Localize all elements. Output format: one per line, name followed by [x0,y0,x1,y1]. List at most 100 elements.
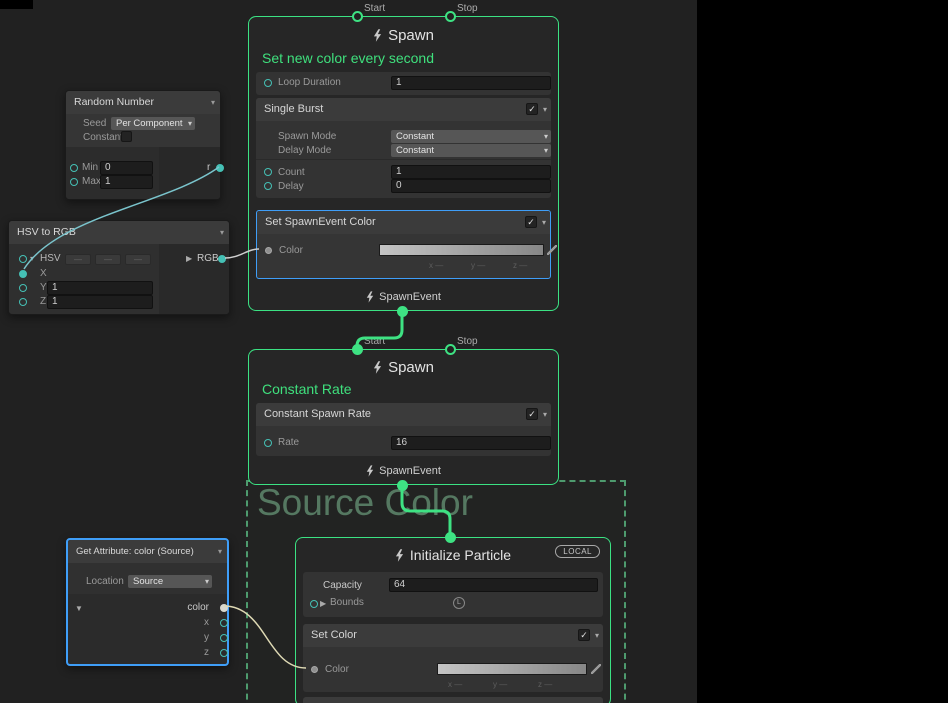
count-label: Count [278,167,305,178]
node-hsv-to-rgb[interactable]: HSV to RGB ▾ ▾ HSV — — — X Y 1 Z 1 ▶ RGB [8,220,230,315]
z-field[interactable]: 1 [47,295,153,309]
gradient-picker-icon[interactable] [547,245,557,255]
collapse-chevron-icon[interactable]: ▾ [543,105,547,114]
block-header[interactable]: Set SpawnEvent Color [257,211,550,234]
z-output-port[interactable] [220,649,228,657]
context-initialize-particle[interactable]: Initialize Particle LOCAL Capacity 64 ▶ … [295,537,611,703]
start-flow-port[interactable] [352,344,363,355]
collapse-chevron-icon[interactable]: ▾ [542,218,546,227]
block-settings[interactable]: Capacity 64 ▶ Bounds L [303,572,603,617]
min-port[interactable] [70,164,78,172]
hsv-port[interactable] [19,255,27,263]
seed-value: Per Component [116,118,183,129]
location-dropdown[interactable]: Source ▾ [128,575,212,588]
z-label: Z [40,296,46,307]
color-z-subfield: z — [513,261,527,270]
collapse-chevron-icon[interactable]: ▾ [543,410,547,419]
chevron-down-icon[interactable]: ▾ [220,221,224,244]
foldout-chevron-icon[interactable]: ▾ [30,254,34,263]
color-z-subfield: z — [538,680,552,689]
context-spawn-1[interactable]: Start Stop Spawn Set new color every sec… [248,16,559,311]
enabled-checkbox[interactable]: ✓ [578,629,590,641]
color-x-subfield: x — [429,261,443,270]
rate-field[interactable]: 16 [391,436,551,450]
output-strip [159,147,220,199]
max-port[interactable] [70,178,78,186]
spawnevent-flow-port[interactable] [397,306,408,317]
stop-flow-port[interactable] [445,344,456,355]
context-title-row: Spawn [249,23,558,47]
collapse-chevron-icon[interactable]: ▾ [595,631,599,640]
input-flow-port[interactable] [445,532,456,543]
enabled-checkbox[interactable]: ✓ [526,408,538,420]
node-random-number[interactable]: Random Number ▾ Seed Per Component ▾ Con… [65,90,221,200]
stop-flow-port[interactable] [445,11,456,22]
color-gradient-field[interactable] [379,244,544,256]
node-header[interactable]: Random Number ▾ [66,91,220,114]
color-gradient-field[interactable] [437,663,587,675]
enabled-checkbox[interactable]: ✓ [525,216,537,228]
y-field[interactable]: 1 [47,281,153,295]
count-port[interactable] [264,168,272,176]
block-set-spawnevent-color[interactable]: Set SpawnEvent Color ✓ ▾ Color x — y — z… [256,210,551,279]
loop-duration-port[interactable] [264,79,272,87]
x-output-port[interactable] [220,619,228,627]
constant-checkbox[interactable] [121,131,132,142]
group-title[interactable]: Source Color [257,482,473,524]
color-port[interactable] [311,666,318,673]
max-field[interactable]: 1 [100,175,153,189]
color-port[interactable] [265,247,272,254]
rate-port[interactable] [264,439,272,447]
context-spawn-2[interactable]: Start Stop Spawn Constant Rate Constant … [248,349,559,485]
color-output-label: color [187,602,209,613]
color-output-port[interactable] [220,604,228,612]
bounds-port[interactable] [310,600,318,608]
r-output-port[interactable] [216,164,224,172]
spawnevent-flow-port[interactable] [397,480,408,491]
outputs-area: ▼ color x y z [68,594,227,664]
chevron-down-icon[interactable]: ▾ [211,91,215,114]
node-header[interactable]: HSV to RGB ▾ [9,221,229,244]
gradient-picker-icon[interactable] [591,664,601,674]
spawn-mode-value: Constant [396,131,434,142]
triangle-right-icon[interactable]: ▶ [320,599,326,608]
y-port[interactable] [19,284,27,292]
count-field[interactable]: 1 [391,165,551,179]
min-field[interactable]: 0 [100,161,153,175]
chevron-down-icon[interactable]: ▾ [218,540,222,563]
block-constant-spawn-rate[interactable]: Constant Spawn Rate ✓ ▾ Rate 16 [256,403,551,456]
z-port[interactable] [19,298,27,306]
block-header[interactable]: Set Color [303,624,603,647]
loop-duration-field[interactable]: 1 [391,76,551,90]
x-port[interactable] [19,270,27,278]
spawn-mode-dropdown[interactable]: Constant ▾ [391,130,551,143]
expander-triangle-icon[interactable]: ▼ [75,604,83,613]
triangle-right-icon: ▶ [186,254,192,263]
seed-dropdown[interactable]: Per Component ▾ [111,117,195,130]
start-flow-port[interactable] [352,11,363,22]
y-output-port[interactable] [220,634,228,642]
delay-field[interactable]: 0 [391,179,551,193]
block-single-burst[interactable]: Single Burst ✓ ▾ Spawn Mode Constant ▾ D… [256,98,551,198]
local-space-badge[interactable]: LOCAL [555,545,600,558]
node-header[interactable]: Get Attribute: color (Source) ▾ [68,540,227,563]
context-subtitle[interactable]: Set new color every second [262,50,434,66]
enabled-checkbox[interactable]: ✓ [526,103,538,115]
divider [256,159,551,160]
rgb-output-port[interactable] [218,255,226,263]
y-label: Y [40,282,47,293]
delay-mode-dropdown[interactable]: Constant ▾ [391,144,551,157]
hsv-z-dim-field: — [125,254,151,265]
capacity-field[interactable]: 64 [389,578,598,592]
block-loop-duration[interactable]: Loop Duration 1 [256,72,551,95]
lightning-bolt-icon [373,361,382,374]
block-set-color[interactable]: Set Color ✓ ▾ Color x — y — z — [303,624,603,692]
node-get-attribute-color[interactable]: Get Attribute: color (Source) ▾ Location… [66,538,229,666]
block-header[interactable]: Constant Spawn Rate [256,403,551,426]
context-subtitle[interactable]: Constant Rate [262,381,352,397]
graph-canvas[interactable]: Source Color Random Number ▾ Seed Per Co… [0,0,697,703]
local-bounds-icon[interactable]: L [453,597,465,609]
block-next-cutoff[interactable] [303,697,603,703]
block-header[interactable]: Single Burst [256,98,551,121]
delay-port[interactable] [264,182,272,190]
